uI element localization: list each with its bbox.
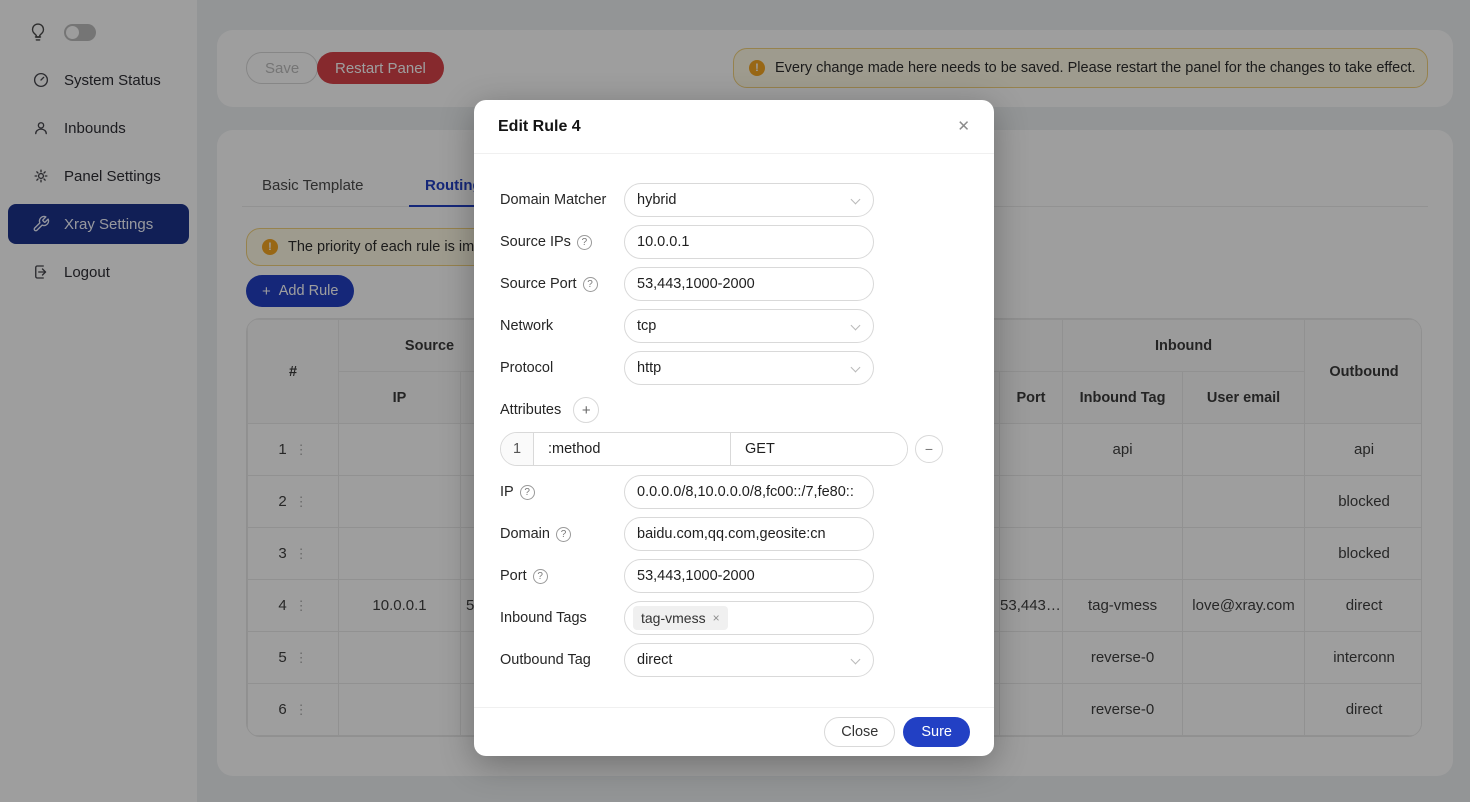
- close-icon[interactable]: [957, 119, 970, 134]
- field-label: Inbound Tags: [500, 610, 624, 626]
- modal-body: Domain Matcher hybrid Source IPs Source …: [500, 154, 968, 685]
- field-source-ips: Source IPs: [500, 225, 968, 259]
- edit-rule-modal: Edit Rule 4 Domain Matcher hybrid Source…: [474, 100, 994, 756]
- field-attributes: Attributes: [500, 393, 968, 427]
- attribute-index: 1: [501, 433, 534, 465]
- field-label: Source Port: [500, 276, 577, 292]
- chevron-down-icon: [851, 363, 861, 373]
- chevron-down-icon: [851, 655, 861, 665]
- field-domain-matcher: Domain Matcher hybrid: [500, 183, 968, 217]
- field-label: Domain: [500, 526, 550, 542]
- field-label: Attributes: [500, 402, 561, 418]
- ip-input[interactable]: [624, 475, 874, 509]
- field-network: Network tcp: [500, 309, 968, 343]
- field-inbound-tags: Inbound Tags tag-vmess: [500, 601, 968, 635]
- chevron-down-icon: [851, 321, 861, 331]
- field-ip: IP: [500, 475, 968, 509]
- inbound-tags-select[interactable]: tag-vmess: [624, 601, 874, 635]
- network-select[interactable]: tcp: [624, 309, 874, 343]
- close-button[interactable]: Close: [824, 717, 895, 747]
- field-label: Network: [500, 318, 624, 334]
- modal-title: Edit Rule 4: [498, 118, 581, 136]
- outbound-tag-select[interactable]: direct: [624, 643, 874, 677]
- tag-chip: tag-vmess: [633, 606, 728, 630]
- field-label: Outbound Tag: [500, 652, 624, 668]
- field-source-port: Source Port: [500, 267, 968, 301]
- domain-matcher-select[interactable]: hybrid: [624, 183, 874, 217]
- field-port: Port: [500, 559, 968, 593]
- source-port-input[interactable]: [624, 267, 874, 301]
- help-icon[interactable]: [583, 277, 598, 292]
- field-domain: Domain: [500, 517, 968, 551]
- attribute-row: 1: [500, 432, 968, 466]
- help-icon[interactable]: [533, 569, 548, 584]
- port-input[interactable]: [624, 559, 874, 593]
- sure-button[interactable]: Sure: [903, 717, 970, 747]
- chevron-down-icon: [851, 195, 861, 205]
- add-attribute-button[interactable]: [573, 397, 599, 423]
- field-label: Protocol: [500, 360, 624, 376]
- field-label: IP: [500, 484, 514, 500]
- help-icon[interactable]: [556, 527, 571, 542]
- field-outbound-tag: Outbound Tag direct: [500, 643, 968, 677]
- domain-input[interactable]: [624, 517, 874, 551]
- field-protocol: Protocol http: [500, 351, 968, 385]
- attribute-group: 1: [500, 432, 908, 466]
- field-label: Source IPs: [500, 234, 571, 250]
- remove-attribute-button[interactable]: [915, 435, 943, 463]
- field-label: Domain Matcher: [500, 192, 624, 208]
- field-label: Port: [500, 568, 527, 584]
- help-icon[interactable]: [520, 485, 535, 500]
- source-ips-input[interactable]: [624, 225, 874, 259]
- remove-tag-icon[interactable]: [713, 611, 720, 625]
- modal-footer: Close Sure: [474, 707, 994, 756]
- modal-header: Edit Rule 4: [474, 100, 994, 154]
- help-icon[interactable]: [577, 235, 592, 250]
- attribute-value-input[interactable]: [731, 433, 907, 465]
- attribute-key-input[interactable]: [534, 433, 731, 465]
- protocol-select[interactable]: http: [624, 351, 874, 385]
